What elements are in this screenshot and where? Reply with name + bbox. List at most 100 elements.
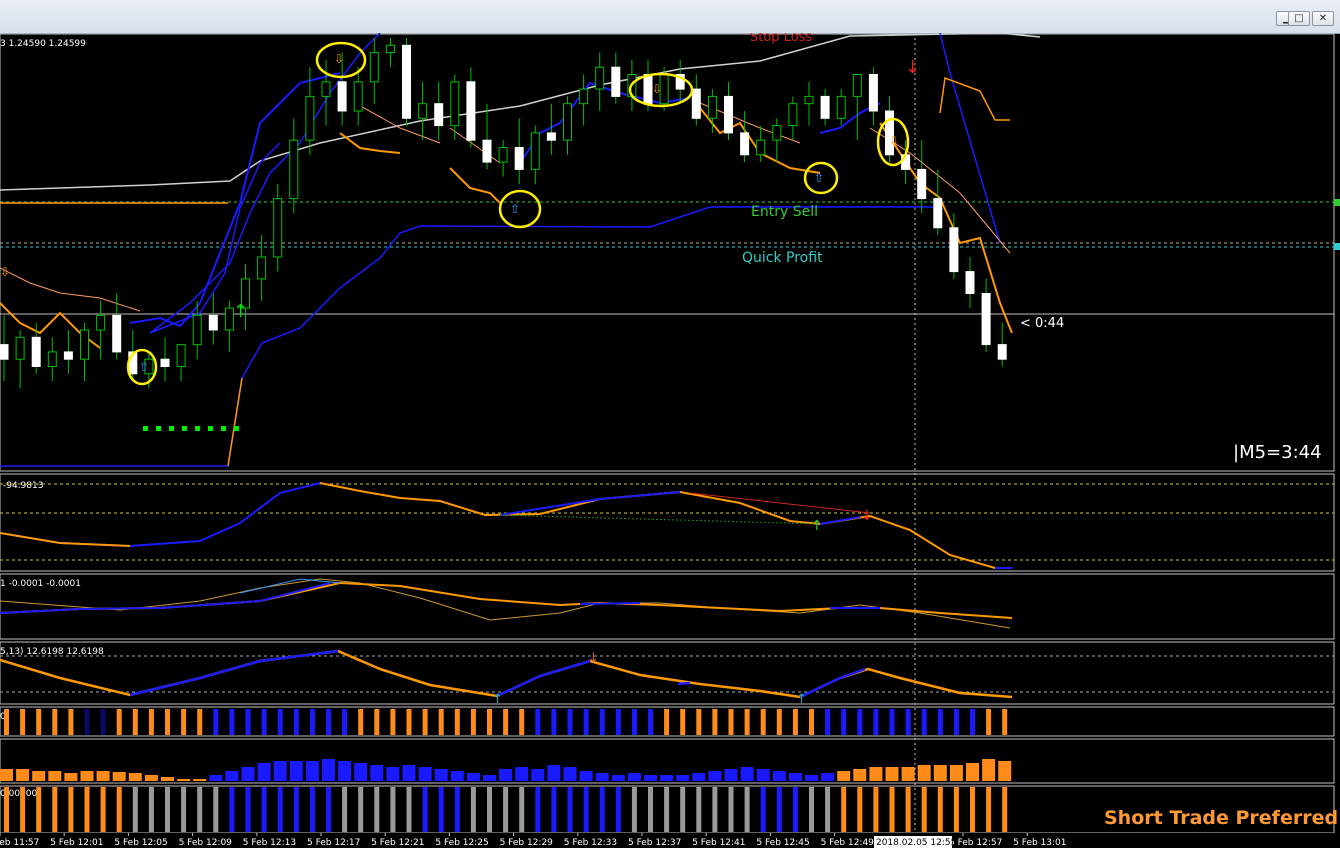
histogram-bar [982,759,996,781]
histogram-bar [744,787,750,832]
histogram-bar [165,709,170,735]
histogram-bar [503,709,509,735]
time-label: 5 Feb 12:29 [500,838,554,848]
histogram-bar [885,767,899,781]
restore-button[interactable]: □ [1288,11,1310,26]
histogram-bar [132,709,138,735]
histogram-bar [225,771,239,781]
histogram-bar [193,779,207,781]
histogram-bar [165,787,170,832]
histogram-bar [229,787,235,832]
histogram-bar [970,709,975,735]
candle-body [353,81,363,112]
candle-body [434,103,444,127]
histogram-bar [197,709,203,735]
histogram-bar [966,763,979,781]
time-label: 5 Feb 12:33 [564,838,617,848]
candle-body [305,95,315,141]
histogram-bar [853,769,867,781]
histogram-bar [986,709,992,735]
histogram-bar [84,709,90,735]
histogram-bar [1002,709,1008,735]
histogram-bar [64,773,78,781]
histogram-bar [309,709,315,735]
histogram-bar [535,787,541,832]
histogram-bar [692,773,706,781]
histogram-bar [213,709,219,735]
histogram-bar [631,787,637,832]
candle-body [563,103,572,141]
time-label: 5 Feb 12:05 [114,838,167,848]
histogram-bar [116,709,122,735]
candle-body [530,132,540,170]
oscillator-panel-3[interactable] [0,641,1335,705]
histogram-bar [293,787,299,832]
histogram-3-bars [4,787,1008,832]
countdown-label: < 0:44 [1020,316,1064,331]
histogram-bar [696,787,702,832]
histogram-bar [112,772,126,781]
histogram-bar [631,709,637,735]
histogram-bar [599,709,605,735]
oscillator-3-label: 5,13) 12.6198 12.6198 [0,647,104,657]
histogram-bar [213,787,219,832]
histogram-bar [305,761,319,781]
candle-body [933,198,943,229]
histogram-bar [825,709,831,735]
candle-body [192,314,202,346]
histogram-bar [579,771,593,781]
channel-transition [227,377,243,467]
histogram-bar [229,709,235,735]
histogram-bar [342,787,348,832]
candle-body [836,95,846,119]
histogram-bar [595,773,609,781]
zigzag-orange [339,107,1013,334]
candle-body [981,293,991,346]
histogram-bar [434,769,448,781]
histogram-bar [257,763,271,781]
histogram-bar [245,787,251,832]
histogram-bar [116,787,122,832]
candle-body [691,88,701,119]
oscillator-panel-2[interactable] [0,573,1335,640]
histogram-bar [611,775,625,781]
price-readout: 3 1.24590 1.24599 [0,39,86,49]
close-button[interactable]: ✕ [1312,11,1334,26]
candle-body [112,314,122,353]
histogram-bar [48,771,62,781]
oscillator-2-label: 1 -0.0001 -0.0001 [0,579,81,589]
histogram-bar [144,775,158,781]
histogram-bar [177,779,191,781]
histogram-bar [161,777,174,781]
histogram-bar [483,775,496,781]
candle-body [257,256,267,280]
histogram-bar [438,787,444,832]
histogram-bar [20,709,26,735]
histogram-bar [32,771,46,781]
time-label: 5 Feb 12:17 [307,838,360,848]
histogram-bar [132,787,138,832]
time-label: 5 Feb 11:57 [0,838,39,848]
histogram-bar [406,709,412,735]
histogram-bar [338,761,352,781]
histogram-bar [873,709,879,735]
oscillator-panel-1[interactable] [0,473,1335,572]
histogram-bar [406,787,412,832]
histogram-bar [4,787,9,832]
histogram-bar [197,787,203,832]
chart-canvas[interactable]: ⇩ ⇩ ⇩ ⇩ ⇧ ⇧ ⇧ ↑ ↓ 3 1.24590 1.24599 Stop… [0,33,1340,848]
histogram-bar [470,709,476,735]
short-trade-preferred-label: Short Trade Preferred [1104,807,1338,829]
osc1-divergence-red [689,492,871,514]
candle-body [756,139,766,156]
histogram-bar [36,787,42,832]
histogram-bar [970,787,975,832]
down-arrow-icon: ⇩ [889,134,899,148]
histogram-bar [744,709,750,735]
candle-body [579,88,589,105]
histogram-bar [386,767,400,781]
histogram-bar [358,787,364,832]
histogram-bar [696,709,702,735]
down-arrow-icon: ⇩ [652,82,662,96]
candle-body [740,132,750,156]
